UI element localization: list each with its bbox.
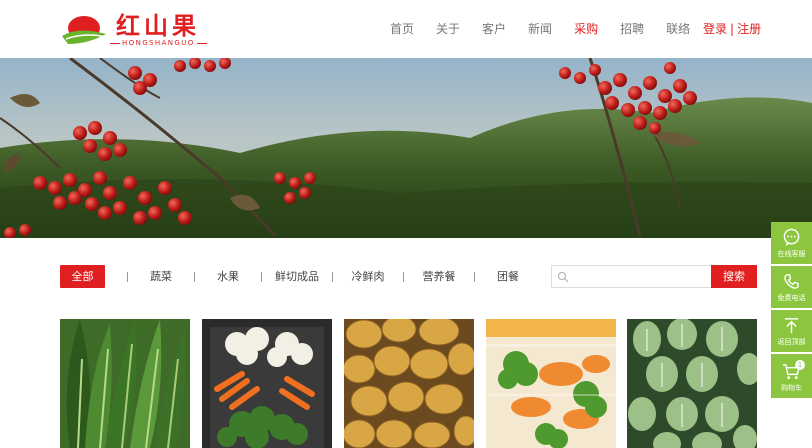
category-fresh-cut[interactable]: 鲜切成品 (262, 265, 332, 288)
bok-choy-image (627, 319, 757, 448)
search-icon (557, 271, 569, 283)
cart-label: 购物车 (781, 384, 802, 392)
free-call-button[interactable]: 免费电话 (771, 266, 812, 308)
cart-button[interactable]: 1 购物车 (771, 354, 812, 398)
nav-jobs[interactable]: 招聘 (620, 20, 644, 38)
auth-links: 登录 | 注册 (703, 20, 761, 38)
site-header: 红山果 HONGSHANGUO 首页 关于 客户 新闻 采购 招聘 联络 登录 |… (0, 0, 812, 58)
free-call-label: 免费电话 (777, 294, 806, 302)
search-field[interactable] (572, 266, 708, 287)
phone-icon (784, 274, 799, 289)
hero-banner (0, 58, 812, 238)
nav-contact[interactable]: 联络 (666, 20, 690, 38)
greens-image (60, 319, 190, 448)
arrow-up-icon (784, 318, 799, 334)
product-image-bok-choy[interactable] (627, 319, 757, 448)
product-image-fresh-cut[interactable] (486, 319, 616, 448)
search-button[interactable]: 搜索 (711, 265, 757, 288)
potatoes-image (344, 319, 474, 448)
register-link[interactable]: 注册 (737, 22, 761, 36)
logo-mark-icon (62, 16, 106, 44)
nav-about[interactable]: 关于 (436, 20, 460, 38)
back-to-top-button[interactable]: 返回顶部 (771, 310, 812, 352)
chat-icon (783, 228, 800, 247)
category-nutrition-meals[interactable]: 营养餐 (404, 265, 474, 288)
mixed-vegetables-image (202, 319, 332, 448)
category-filter: 全部 蔬菜 水果 鲜切成品 冷鲜肉 营养餐 团餐 (60, 265, 541, 288)
banner-image (0, 58, 812, 238)
cart-count-badge: 1 (795, 360, 805, 370)
nav-clients[interactable]: 客户 (482, 20, 506, 38)
back-to-top-label: 返回顶部 (777, 338, 806, 346)
brand-name-en: HONGSHANGUO (110, 39, 207, 47)
category-group-meals[interactable]: 团餐 (475, 265, 541, 288)
online-service-label: 在线客服 (777, 250, 806, 258)
category-fruits[interactable]: 水果 (195, 265, 261, 288)
auth-separator: | (730, 22, 735, 36)
category-vegetables[interactable]: 蔬菜 (128, 265, 194, 288)
fresh-cut-image (486, 319, 616, 448)
product-image-potatoes[interactable] (344, 319, 474, 448)
category-all[interactable]: 全部 (60, 265, 105, 288)
main-nav: 首页 关于 客户 新闻 采购 招聘 联络 (390, 20, 712, 38)
nav-home[interactable]: 首页 (390, 20, 414, 38)
online-service-button[interactable]: 在线客服 (771, 222, 812, 264)
product-image-greens[interactable] (60, 319, 190, 448)
nav-purchase[interactable]: 采购 (574, 20, 598, 38)
login-link[interactable]: 登录 (703, 22, 727, 36)
search-input[interactable] (551, 265, 711, 288)
nav-news[interactable]: 新闻 (528, 20, 552, 38)
brand-name-cn: 红山果 (116, 12, 200, 40)
category-chilled-meat[interactable]: 冷鲜肉 (333, 265, 403, 288)
logo[interactable]: 红山果 HONGSHANGUO (58, 12, 218, 50)
product-image-mixed-vegetables[interactable] (202, 319, 332, 448)
